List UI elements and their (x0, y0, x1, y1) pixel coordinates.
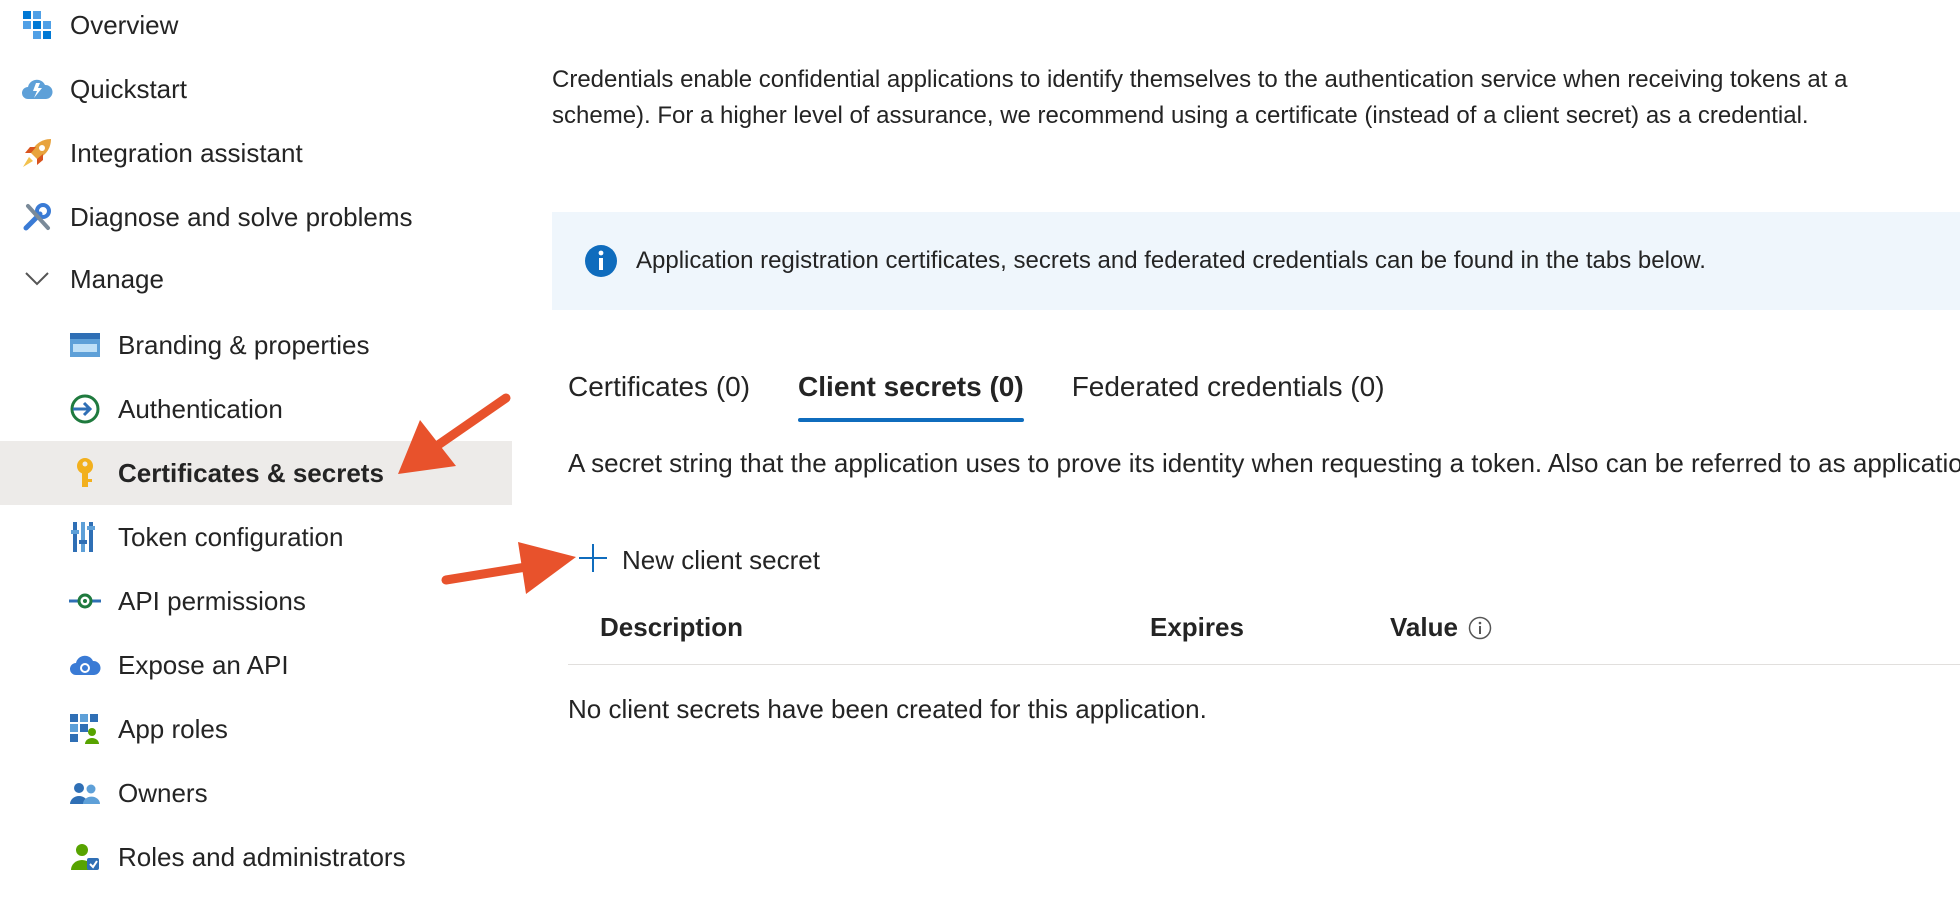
wrench-icon (20, 200, 54, 234)
sidebar-item-api-permissions[interactable]: API permissions (0, 569, 512, 633)
sidebar-item-label: API permissions (118, 585, 306, 616)
sidebar-item-roles-administrators[interactable]: Roles and administrators (0, 825, 512, 889)
sidebar-item-integration-assistant[interactable]: Integration assistant (0, 121, 512, 185)
app-roles-icon (68, 712, 102, 746)
branding-icon (68, 328, 102, 362)
sidebar-item-label: Certificates & secrets (118, 457, 384, 488)
sidebar-item-label: Quickstart (70, 73, 188, 104)
tab-client-secrets[interactable]: Client secrets (0) (798, 362, 1024, 422)
sidebar-item-label: Integration assistant (70, 137, 303, 168)
sidebar-item-token-configuration[interactable]: Token configuration (0, 505, 512, 569)
sidebar: Overview Quickstart Integration assistan… (0, 0, 512, 902)
sidebar-item-app-roles[interactable]: App roles (0, 697, 512, 761)
sidebar-item-label: Diagnose and solve problems (70, 201, 413, 232)
expose-api-cloud-icon (68, 648, 102, 682)
column-header-label: Value (1390, 612, 1458, 642)
new-client-secret-button[interactable]: New client secret (578, 536, 820, 584)
sidebar-item-quickstart[interactable]: Quickstart (0, 57, 512, 121)
column-header-value[interactable]: Value (1390, 612, 1492, 643)
sidebar-item-label: Expose an API (118, 649, 289, 680)
credential-tabs: Certificates (0) Client secrets (0) Fede… (568, 362, 1433, 422)
secrets-table-header: Description Expires Value (568, 606, 1960, 665)
sidebar-item-label: Manage (70, 263, 164, 294)
roles-admins-icon (68, 840, 102, 874)
info-banner-text: Application registration certificates, s… (636, 247, 1706, 274)
rocket-icon (20, 136, 54, 170)
client-secrets-description: A secret string that the application use… (568, 448, 1960, 478)
intro-line-2: scheme). For a higher level of assurance… (552, 102, 1809, 129)
sidebar-item-diagnose[interactable]: Diagnose and solve problems (0, 185, 512, 249)
sidebar-item-label: App roles (118, 713, 228, 744)
main-content: Credentials enable confidential applicat… (552, 0, 1960, 902)
plus-icon (578, 543, 608, 578)
sidebar-item-label: Branding & properties (118, 329, 370, 360)
tab-federated-credentials[interactable]: Federated credentials (0) (1072, 362, 1385, 422)
info-icon (584, 244, 618, 278)
column-header-label: Description (600, 612, 744, 642)
key-icon (68, 456, 102, 490)
sidebar-item-authentication[interactable]: Authentication (0, 377, 512, 441)
credentials-intro: Credentials enable confidential applicat… (552, 62, 1960, 134)
value-info-icon[interactable] (1468, 616, 1492, 640)
column-header-description[interactable]: Description (600, 612, 743, 643)
sidebar-item-expose-api[interactable]: Expose an API (0, 633, 512, 697)
empty-secrets-message: No client secrets have been created for … (568, 694, 1207, 724)
sidebar-item-owners[interactable]: Owners (0, 761, 512, 825)
sidebar-group-manage[interactable]: Manage (0, 247, 512, 311)
sidebar-item-label: Token configuration (118, 521, 344, 552)
intro-line-1: Credentials enable confidential applicat… (552, 66, 1848, 93)
sidebar-item-certificates-secrets[interactable]: Certificates & secrets (0, 441, 512, 505)
column-header-expires[interactable]: Expires (1150, 612, 1244, 643)
column-header-label: Expires (1150, 612, 1244, 642)
owners-icon (68, 776, 102, 810)
sidebar-item-branding[interactable]: Branding & properties (0, 313, 512, 377)
sidebar-item-label: Overview (70, 9, 179, 40)
authentication-icon (68, 392, 102, 426)
overview-grid-icon (20, 8, 54, 42)
api-permissions-icon (68, 584, 102, 618)
quickstart-cloud-icon (20, 72, 54, 106)
new-client-secret-label: New client secret (622, 544, 820, 575)
sidebar-item-label: Owners (118, 777, 208, 808)
tab-certificates[interactable]: Certificates (0) (568, 362, 750, 422)
sidebar-item-overview[interactable]: Overview (0, 0, 512, 57)
chevron-down-icon (20, 262, 54, 296)
sidebar-item-label: Roles and administrators (118, 841, 406, 872)
token-config-icon (68, 520, 102, 554)
info-banner: Application registration certificates, s… (552, 212, 1960, 310)
sidebar-item-label: Authentication (118, 393, 283, 424)
